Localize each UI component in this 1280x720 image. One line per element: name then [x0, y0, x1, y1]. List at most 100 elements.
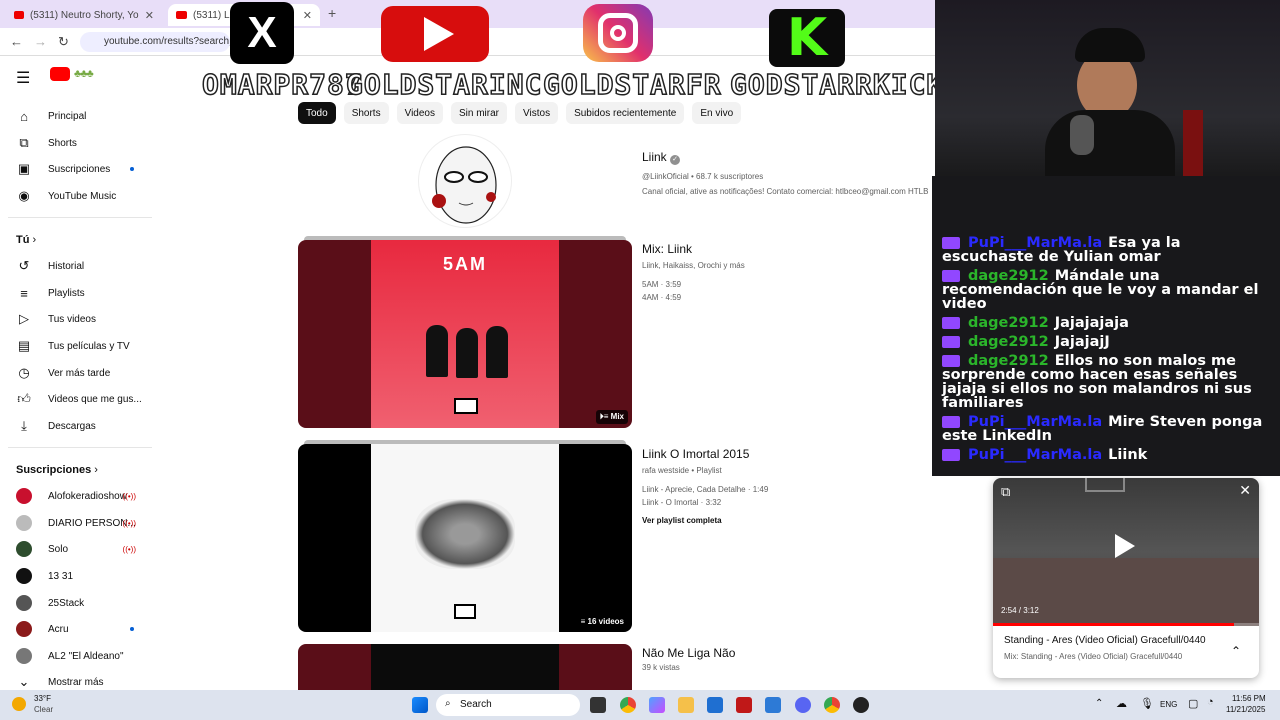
- sidebar-sub-solo[interactable]: Solo ((•)): [16, 538, 156, 560]
- url-field[interactable]: youtube.com/results?search_q: [80, 32, 230, 52]
- chrome-active-icon[interactable]: [824, 697, 840, 713]
- playlist-badge-text: 16 videos: [587, 617, 624, 626]
- court-floor: [993, 558, 1259, 626]
- chip-subidos[interactable]: Subidos recientemente: [566, 102, 685, 124]
- sidebar-item-liked[interactable]: 👍︎ Videos que me gus...: [16, 388, 156, 410]
- liked-icon: 👍︎: [17, 391, 31, 406]
- avatar: [16, 568, 32, 584]
- avatar: [16, 515, 32, 531]
- sidebar-sub-alofoke[interactable]: Alofokeradioshow ((•)): [16, 485, 156, 507]
- history-icon: ↺: [18, 258, 30, 273]
- sidebar-item-principal[interactable]: ⌂ Principal: [16, 105, 156, 127]
- clock-time[interactable]: 11:56 PM: [1232, 694, 1266, 703]
- sidebar-item-ver-mas-tarde[interactable]: ◷ Ver más tarde: [16, 362, 156, 384]
- taskbar-search[interactable]: ⌕ Search: [436, 694, 580, 716]
- mcafee-icon[interactable]: [736, 697, 752, 713]
- sidebar-sub-25stack[interactable]: 25Stack: [16, 592, 156, 614]
- youtube-home-logo[interactable]: ♣♣♣: [50, 67, 94, 81]
- mini-player-video[interactable]: ⧉ ✕ 2:54 / 3:12: [993, 478, 1259, 626]
- back-icon[interactable]: ←: [10, 34, 23, 49]
- chip-vistos[interactable]: Vistos: [515, 102, 559, 124]
- sidebar-item-label: AL2 "El Aldeano": [48, 650, 124, 662]
- app-icon[interactable]: [765, 697, 781, 713]
- channel-description: Canal oficial, ative as notificações! Co…: [642, 187, 929, 196]
- microphone-icon[interactable]: 🎙︎: [1140, 697, 1154, 710]
- mix-icon: ⏵≡: [599, 412, 611, 421]
- mix-song[interactable]: 5AM · 3:59: [642, 280, 681, 289]
- chip-shorts[interactable]: Shorts: [343, 102, 389, 124]
- chip-en-vivo[interactable]: En vivo: [692, 102, 742, 124]
- forward-icon[interactable]: →: [34, 34, 47, 49]
- doodle-logo-icon: ♣♣♣: [74, 68, 94, 80]
- chevron-up-icon[interactable]: ⌃: [1231, 644, 1241, 658]
- new-content-dot: [130, 627, 134, 631]
- playlist-title[interactable]: Liink O Imortal 2015: [642, 447, 749, 461]
- cloud-icon[interactable]: ☁: [1116, 697, 1127, 710]
- copilot-icon[interactable]: [649, 697, 665, 713]
- mix-song[interactable]: 4AM · 4:59: [642, 293, 681, 302]
- sidebar-item-historial[interactable]: ↺ Historial: [16, 255, 156, 277]
- sidebar-sub-al2[interactable]: AL2 "El Aldeano": [16, 645, 156, 667]
- store-icon[interactable]: [707, 697, 723, 713]
- mix-title[interactable]: Mix: Liink: [642, 242, 692, 256]
- play-icon[interactable]: [1115, 534, 1135, 558]
- wifi-icon[interactable]: ◔: [1207, 696, 1214, 708]
- expand-icon[interactable]: ⧉: [1001, 484, 1010, 500]
- progress-bar[interactable]: [993, 623, 1259, 626]
- video-title[interactable]: Não Me Liga Não: [642, 646, 735, 660]
- chat-badge-icon: [942, 416, 960, 428]
- sidebar-item-label: Suscripciones: [48, 163, 111, 175]
- channel-name[interactable]: Liink ✓: [642, 150, 681, 165]
- sidebar-item-tus-videos[interactable]: ▷ Tus videos: [16, 308, 156, 330]
- playlist-thumbnail[interactable]: ≡ 16 videos: [298, 444, 632, 632]
- chip-sin-mirar[interactable]: Sin mirar: [451, 102, 508, 124]
- playlist-song[interactable]: Liink - Aprecie, Cada Detalhe · 1:49: [642, 485, 768, 494]
- playlist-song[interactable]: Liink - O Imortal · 3:32: [642, 498, 721, 507]
- sidebar-sub-1331[interactable]: 13 31: [16, 565, 156, 587]
- menu-icon[interactable]: ☰: [16, 68, 30, 88]
- sidebar-item-suscripciones[interactable]: ▣ Suscripciones: [16, 158, 156, 180]
- sidebar-item-label: Tus videos: [48, 313, 96, 325]
- reload-icon[interactable]: ↻: [58, 34, 69, 50]
- sidebar-sub-diario[interactable]: DIARIO PERSON... ((•)): [16, 512, 156, 534]
- chevron-up-icon[interactable]: ⌃: [1095, 698, 1103, 709]
- chat-message: dage2912 Jajajajaja: [942, 316, 1272, 330]
- overlay-handle-youtube: GOLDSTARINC: [345, 67, 543, 102]
- windows-start-icon[interactable]: [412, 697, 428, 713]
- discord-icon[interactable]: [795, 697, 811, 713]
- new-tab-icon[interactable]: +: [328, 5, 336, 21]
- sidebar-item-youtube-music[interactable]: ◉ YouTube Music: [16, 185, 156, 207]
- app-icon[interactable]: [853, 697, 869, 713]
- chip-videos[interactable]: Videos: [396, 102, 443, 124]
- video-thumbnail[interactable]: [298, 644, 632, 690]
- chat-icon[interactable]: ▢: [1188, 697, 1198, 710]
- chat-badge-icon: [942, 270, 960, 282]
- close-icon[interactable]: ✕: [1239, 482, 1251, 499]
- face-illustration-icon: [432, 146, 497, 224]
- sidebar-subs-heading[interactable]: Suscripciones ›: [16, 464, 98, 476]
- progress-fill: [993, 623, 1234, 626]
- mini-player-title[interactable]: Standing - Ares (Video Oficial) Graceful…: [1004, 635, 1206, 646]
- language-indicator[interactable]: ENG: [1160, 700, 1177, 709]
- see-full-playlist-link[interactable]: Ver playlist completa: [642, 516, 722, 525]
- channel-avatar[interactable]: [418, 134, 512, 228]
- sidebar-item-descargas[interactable]: ⤓ Descargas: [16, 415, 156, 437]
- sidebar-you-heading[interactable]: Tú ›: [16, 234, 36, 246]
- chat-message: PuPi___MarMa.la Esa ya la escuchaste de Y…: [942, 236, 1272, 264]
- mini-player: ⧉ ✕ 2:54 / 3:12 Standing - Ares (Video O…: [993, 478, 1259, 678]
- sidebar-item-shorts[interactable]: ⧉ Shorts: [16, 132, 156, 154]
- chip-todo[interactable]: Todo: [298, 102, 336, 124]
- mix-thumbnail[interactable]: 5AM ⏵≡ Mix: [298, 240, 632, 428]
- close-tab-icon[interactable]: ✕: [303, 9, 312, 22]
- task-view-icon[interactable]: [590, 697, 606, 713]
- close-tab-icon[interactable]: ✕: [145, 9, 154, 22]
- sidebar-item-peliculas[interactable]: ▤ Tus películas y TV: [16, 335, 156, 357]
- sidebar-item-playlists[interactable]: ≡ Playlists: [16, 282, 156, 304]
- browser-tab[interactable]: (5311) Neutro Shorty, Young La ✕: [6, 4, 162, 26]
- sidebar-sub-acru[interactable]: Acru: [16, 618, 156, 640]
- file-explorer-icon[interactable]: [678, 697, 694, 713]
- chat-username: PuPi___MarMa.la: [968, 447, 1103, 463]
- clock-date[interactable]: 11/21/2025: [1226, 705, 1265, 714]
- verified-icon: ✓: [670, 155, 681, 165]
- chrome-icon[interactable]: [620, 697, 636, 713]
